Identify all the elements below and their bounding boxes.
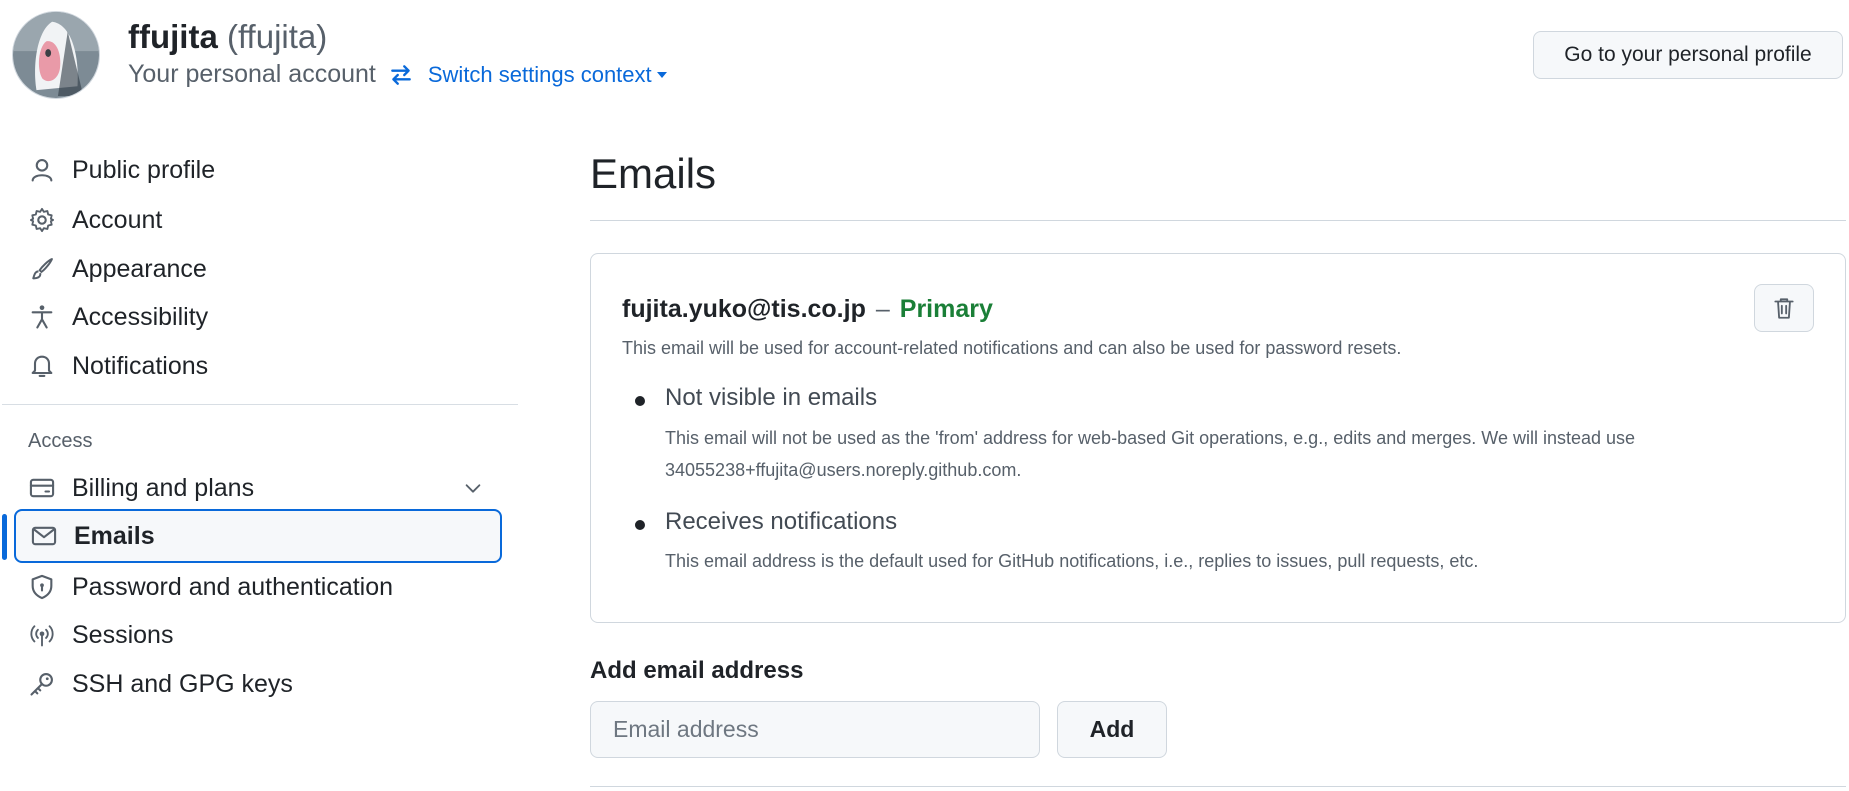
primary-badge: Primary bbox=[899, 295, 993, 323]
sidebar-item-label: Emails bbox=[74, 521, 155, 550]
bell-icon bbox=[28, 352, 56, 380]
active-indicator bbox=[2, 514, 7, 560]
broadcast-icon bbox=[28, 621, 56, 649]
account-subtitle: Your personal account Switch settings co… bbox=[128, 60, 667, 89]
bullet-title-not-visible: Not visible in emails bbox=[665, 384, 878, 411]
bullet-dot bbox=[635, 396, 645, 406]
trash-icon bbox=[1774, 298, 1794, 319]
key-icon bbox=[28, 670, 56, 698]
person-icon bbox=[28, 156, 56, 184]
sidebar-item-label: Account bbox=[72, 205, 163, 234]
settings-header: ffujita (ffujita) Your personal account … bbox=[0, 0, 1849, 110]
add-email-label: Add email address bbox=[590, 657, 804, 684]
email-description: This email will be used for account-rela… bbox=[622, 338, 1402, 358]
sidebar-item-password-and-authentication[interactable]: Password and authentication bbox=[14, 560, 502, 614]
avatar-image bbox=[13, 12, 99, 98]
go-to-profile-button[interactable]: Go to your personal profile bbox=[1533, 31, 1843, 79]
sidebar-item-billing-and-plans[interactable]: Billing and plans bbox=[14, 461, 502, 515]
gear-icon bbox=[28, 206, 56, 234]
settings-page: ffujita (ffujita) Your personal account … bbox=[0, 0, 1849, 791]
arrow-switch-icon bbox=[388, 62, 414, 88]
avatar[interactable] bbox=[12, 11, 100, 99]
sidebar-item-label: Accessibility bbox=[72, 302, 209, 331]
email-entry-header: fujita.yuko@tis.co.jp – Primary bbox=[622, 295, 993, 324]
accessibility-icon bbox=[28, 303, 56, 331]
credit-card-icon bbox=[28, 474, 56, 502]
sidebar-item-ssh-and-gpg-keys[interactable]: SSH and GPG keys bbox=[14, 657, 502, 711]
sidebar-divider bbox=[2, 404, 518, 405]
bullet-title-receives-notifications: Receives notifications bbox=[665, 508, 898, 535]
chevron-down-icon[interactable] bbox=[462, 477, 484, 499]
section-divider bbox=[590, 786, 1846, 787]
email-address: fujita.yuko@tis.co.jp bbox=[622, 295, 866, 323]
switch-settings-context-label: Switch settings context bbox=[427, 61, 652, 87]
sidebar-item-notifications[interactable]: Notifications bbox=[14, 339, 502, 393]
shield-lock-icon bbox=[28, 573, 56, 601]
sidebar-item-sessions[interactable]: Sessions bbox=[14, 608, 502, 662]
bullet-description-receives-notifications: This email address is the default used f… bbox=[665, 551, 1479, 571]
bullet-dot bbox=[635, 520, 645, 530]
sidebar-item-label: Password and authentication bbox=[72, 572, 394, 601]
sidebar-item-label: Appearance bbox=[72, 254, 207, 283]
sidebar-item-public-profile[interactable]: Public profile bbox=[14, 143, 502, 197]
add-email-button[interactable]: Add bbox=[1057, 701, 1167, 758]
sidebar-item-appearance[interactable]: Appearance bbox=[14, 242, 502, 296]
page-title: Emails bbox=[590, 150, 717, 197]
sidebar-section-access: Access bbox=[28, 430, 93, 452]
switch-settings-context-button[interactable]: Switch settings context bbox=[428, 62, 667, 88]
sidebar-item-emails[interactable]: Emails bbox=[14, 509, 502, 563]
sidebar-item-label: SSH and GPG keys bbox=[72, 669, 293, 698]
email-separator: – bbox=[875, 295, 890, 323]
sidebar-item-label: Billing and plans bbox=[72, 473, 255, 502]
paintbrush-icon bbox=[28, 255, 56, 283]
email-entry-card: fujita.yuko@tis.co.jp – Primary This email… bbox=[590, 253, 1846, 623]
account-login: (ffujita) bbox=[227, 18, 328, 55]
delete-email-button[interactable] bbox=[1754, 284, 1814, 332]
email-address-input[interactable] bbox=[590, 701, 1040, 758]
sidebar-item-account[interactable]: Account bbox=[14, 193, 502, 247]
bullet-description-not-visible: This email will not be used as the 'from… bbox=[665, 428, 1636, 480]
sidebar-item-label: Public profile bbox=[72, 155, 216, 184]
sidebar-item-label: Notifications bbox=[72, 351, 209, 380]
title-divider bbox=[590, 220, 1846, 221]
sidebar-item-label: Sessions bbox=[72, 620, 174, 649]
account-name: ffujita (ffujita) bbox=[128, 18, 327, 56]
account-display-name: ffujita bbox=[128, 18, 218, 55]
mail-icon bbox=[30, 522, 58, 550]
sidebar-item-accessibility[interactable]: Accessibility bbox=[14, 290, 502, 344]
account-type-label: Your personal account bbox=[128, 60, 376, 88]
caret-down-icon bbox=[656, 71, 667, 78]
